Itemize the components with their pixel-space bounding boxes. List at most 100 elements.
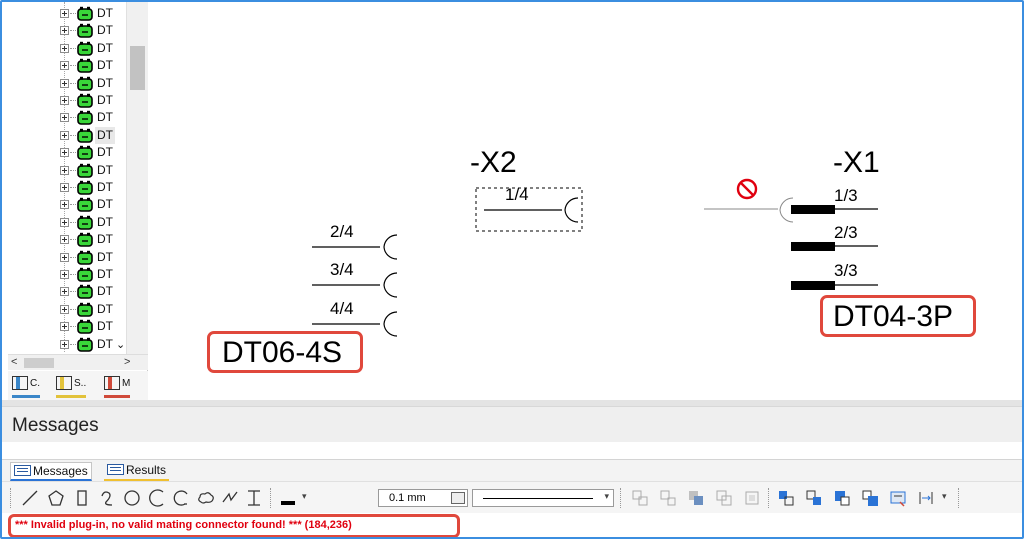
color-dropdown-icon[interactable]: ▾ [302,491,307,502]
curve-icon[interactable] [98,488,118,508]
expand-icon[interactable] [60,322,69,332]
expand-icon[interactable] [60,148,69,158]
bring-front-icon[interactable] [686,488,706,508]
align-right-icon[interactable] [804,488,824,508]
expand-icon[interactable] [60,270,69,279]
align-left-icon[interactable] [776,488,796,508]
tree-vertical-scrollbar[interactable] [126,2,148,354]
tree-item[interactable]: DT [60,266,136,283]
expand-icon[interactable] [60,235,69,245]
tab-messages[interactable]: Messages [10,462,92,481]
tab-label: Results [126,463,167,477]
properties-icon[interactable] [888,488,908,508]
connector-x1-part-number[interactable]: DT04-3P [833,300,953,334]
pin-1-plug [791,205,835,214]
chevron-down-icon[interactable]: ▾ [604,491,609,502]
tree-item[interactable]: DT [60,301,136,318]
toolbar-separator [270,488,271,508]
spinner-icon[interactable] [451,492,465,504]
expand-icon[interactable] [60,43,69,53]
tree-item[interactable]: DT [60,196,136,213]
expand-icon[interactable] [60,304,69,314]
expand-icon[interactable] [60,165,69,175]
tab-results[interactable]: Results [104,462,170,481]
arc-icon[interactable] [148,488,168,508]
connector-icon [77,285,93,300]
tree-item[interactable]: DT [60,92,136,109]
toolbar-grip[interactable] [10,488,11,508]
tree-item[interactable]: DT [60,5,136,22]
connector-left-part-number[interactable]: DT06-4S [222,336,342,370]
expand-icon[interactable] [60,113,69,123]
align-bottom-icon[interactable] [860,488,880,508]
part-label-highlight: DT06-4S [207,331,363,373]
line-width-field[interactable]: 0.1 mm [378,489,468,507]
scroll-left-icon[interactable]: < [11,355,17,370]
overflow-dropdown-icon[interactable]: ▾ [942,491,947,502]
polygon-icon[interactable] [46,488,66,508]
tab-signals-icon [56,376,72,391]
expand-icon[interactable] [60,96,69,105]
ungroup-icon[interactable] [658,488,678,508]
tree-horizontal-scrollbar[interactable]: < > [8,354,148,370]
cloud-icon[interactable] [196,488,216,508]
group-icon[interactable] [630,488,650,508]
tree-item[interactable]: DT [60,231,136,248]
send-back-icon[interactable] [714,488,734,508]
connector-x2-name[interactable]: -X2 [470,146,517,179]
tree-item-label: DT [97,162,113,177]
expand-icon[interactable] [60,200,69,210]
expand-icon[interactable] [60,9,69,18]
chevron-down-icon[interactable]: ⌄ [113,339,125,351]
tree-item[interactable]: DT [60,162,136,179]
circle-icon[interactable] [122,488,142,508]
tree-item[interactable]: DT [60,109,136,126]
tree-item[interactable]: DT [60,318,136,335]
line-icon[interactable] [20,488,40,508]
line-style-select[interactable]: ▾ [472,489,614,507]
arc2-icon[interactable] [172,488,192,508]
tree-item[interactable]: DT [60,249,136,266]
connector-x1-name[interactable]: -X1 [833,146,880,179]
expand-icon[interactable] [60,130,69,140]
scroll-thumb[interactable] [130,46,145,90]
expand-icon[interactable] [60,26,69,36]
project-tree-panel: DT DT DT DT DT DT DT DT DT DT DT DT DT DT DT DT DT DT DT DT… [8,2,148,400]
tree-item[interactable]: DT [60,214,136,231]
drawing-canvas[interactable]: -X2 1/4 -X1 1/3 2/3 3/3 2/4 3/4 4/4 DT06… [148,2,1022,400]
tree-item-label: DT [97,75,113,90]
tab-connectors[interactable]: C. [12,375,40,398]
freehand-icon[interactable] [220,488,240,508]
tree-item[interactable]: DT [60,57,136,74]
tree-item[interactable]: DT ⌄ [60,336,136,353]
error-message-text[interactable]: *** Invalid plug-in, no valid mating con… [15,519,352,531]
align-top-icon[interactable] [832,488,852,508]
invalid-icon-slash [740,182,754,196]
tree-item[interactable]: DT [60,22,136,39]
scroll-thumb[interactable] [24,358,54,368]
lock-icon[interactable] [742,488,762,508]
socket-symbol [383,311,398,337]
tree-item[interactable]: DT [60,40,136,57]
tree-item[interactable]: DT [60,126,136,144]
scroll-right-icon[interactable]: > [124,355,130,370]
expand-icon[interactable] [60,61,69,71]
tree-item[interactable]: DT [60,179,136,196]
dimension-icon[interactable] [244,488,264,508]
spacing-icon[interactable] [916,488,936,508]
tree-item[interactable]: DT [60,75,136,92]
expand-icon[interactable] [60,287,69,297]
tree-item-label: DT [97,40,113,55]
expand-icon[interactable] [60,183,69,192]
rectangle-icon[interactable] [72,488,92,508]
expand-icon[interactable] [60,78,69,88]
tree-item[interactable]: DT [60,144,136,161]
connector-icon [77,198,93,213]
expand-icon[interactable] [60,252,69,262]
tab-modules[interactable]: M [104,375,131,398]
tab-signals[interactable]: S.. [56,375,87,398]
color-icon[interactable] [278,488,298,508]
expand-icon[interactable] [60,217,69,227]
tree-item[interactable]: DT [60,283,136,300]
expand-icon[interactable] [60,339,69,349]
